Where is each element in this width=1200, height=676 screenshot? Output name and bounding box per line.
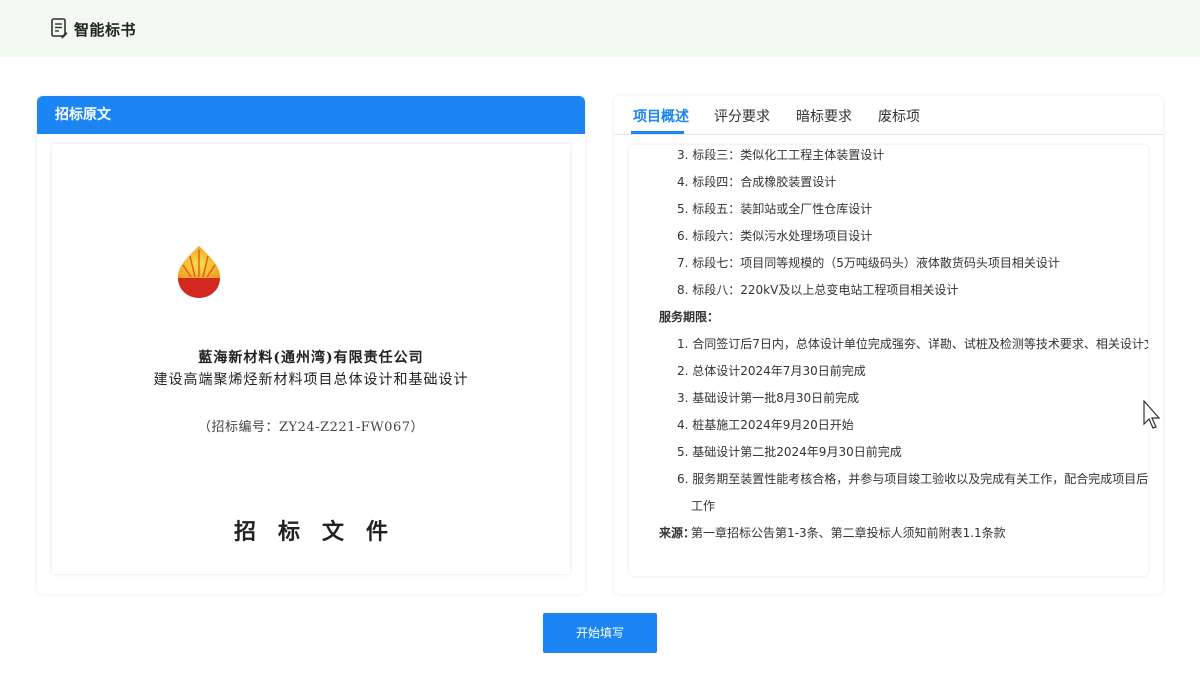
- document-title: 招标文件: [233, 519, 410, 545]
- source-text: 第一章招标公告第1-3条、第二章投标人须知前附表1.1条款: [691, 526, 1006, 540]
- mouse-pointer-icon: [1143, 400, 1161, 429]
- list-item: 4. 桩基施工2024年9月20日开始: [677, 418, 854, 432]
- list-item: 6. 标段六：类似污水处理场项目设计: [677, 229, 873, 243]
- list-item: 1. 合同签订后7日内，总体设计单位完成强夯、详勘、试桩及检测等技术要求、相关设…: [677, 337, 1148, 351]
- list-item: 2. 总体设计2024年7月30日前完成: [677, 364, 866, 378]
- tab-scoring-requirements[interactable]: 评分要求: [714, 106, 770, 126]
- list-item: 3. 基础设计第一批8月30日前完成: [677, 391, 860, 405]
- tab-disqualification-items[interactable]: 废标项: [878, 106, 920, 126]
- list-item-continuation: 工作: [691, 499, 716, 513]
- tab-bar: 项目概述 评分要求 暗标要求 废标项: [614, 96, 1163, 135]
- company-name: 藍海新材料(通州湾)有限责任公司: [198, 350, 424, 366]
- source-label: 来源：: [659, 526, 696, 540]
- start-filling-button[interactable]: 开始填写: [543, 613, 657, 653]
- tab-project-overview[interactable]: 项目概述: [633, 106, 689, 126]
- document-edit-icon: [51, 18, 68, 39]
- service-period-heading: 服务期限：: [659, 310, 720, 324]
- list-item: 5. 基础设计第二批2024年9月30日前完成: [677, 445, 902, 459]
- list-item: 7. 标段七：项目同等规模的（5万吨级码头）液体散货码头项目相关设计: [677, 256, 1060, 270]
- company-logo-icon: [177, 246, 221, 298]
- panel-header: 招标原文: [37, 96, 585, 134]
- app-title: 智能标书: [74, 21, 137, 39]
- original-document-panel: 招标原文 藍海新材料(通州湾)有限责任公司 建设高端聚烯烃新材料项目总体设计和基…: [37, 96, 585, 594]
- bid-number: （招标编号：ZY24-Z221-FW067）: [198, 420, 424, 435]
- analysis-panel: 项目概述 评分要求 暗标要求 废标项 3. 标段三：类似化工工程主体装置设计 4…: [614, 96, 1163, 594]
- overview-content[interactable]: 3. 标段三：类似化工工程主体装置设计 4. 标段四：合成橡胶装置设计 5. 标…: [629, 145, 1148, 576]
- list-item: 3. 标段三：类似化工工程主体装置设计: [677, 148, 885, 162]
- list-item: 8. 标段八：220kV及以上总变电站工程项目相关设计: [677, 283, 959, 297]
- list-item: 6. 服务期至装置性能考核合格，并参与项目竣工验收以及完成有关工作，配合完成项目…: [677, 472, 1148, 486]
- active-tab-indicator: [631, 131, 684, 134]
- project-name: 建设高端聚烯烃新材料项目总体设计和基础设计: [153, 372, 469, 388]
- list-item: 5. 标段五：装卸站或全厂性仓库设计: [677, 202, 873, 216]
- tab-blind-bid-requirements[interactable]: 暗标要求: [796, 106, 852, 126]
- top-bar: 智能标书: [0, 0, 1200, 57]
- document-cover-page[interactable]: 藍海新材料(通州湾)有限责任公司 建设高端聚烯烃新材料项目总体设计和基础设计 （…: [52, 144, 570, 574]
- list-item: 4. 标段四：合成橡胶装置设计: [677, 175, 837, 189]
